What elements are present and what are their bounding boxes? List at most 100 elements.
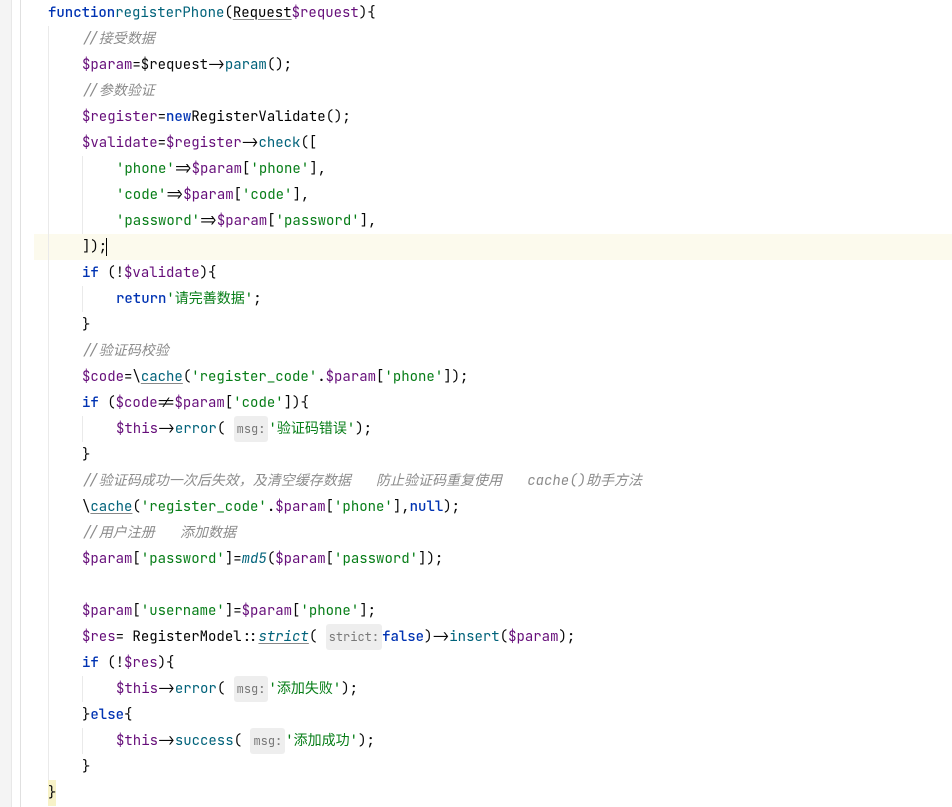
method-call: error xyxy=(175,416,217,442)
caret-icon xyxy=(106,238,107,256)
string: '添加失败' xyxy=(268,676,341,702)
code-line[interactable]: $this->error( msg: '验证码错误'); xyxy=(34,416,952,442)
code-line[interactable]: $param['password']=md5($param['password'… xyxy=(34,546,952,572)
code-line[interactable]: return '请完善数据'; xyxy=(34,286,952,312)
function-call: cache xyxy=(141,364,183,390)
brace: } xyxy=(82,442,90,468)
function-call: md5 xyxy=(242,546,267,572)
code-editor[interactable]: function registerPhone(Request $request)… xyxy=(0,0,952,807)
variable: $request xyxy=(292,0,359,26)
code-line[interactable]: //验证码校验 xyxy=(34,338,952,364)
keyword: false xyxy=(382,624,424,650)
code-line[interactable]: } xyxy=(34,442,952,468)
code-line[interactable]: //接受数据 xyxy=(34,26,952,52)
brace: } xyxy=(82,754,90,780)
code-line[interactable] xyxy=(34,572,952,598)
variable: $param xyxy=(275,546,325,572)
code-line[interactable]: } xyxy=(34,780,952,806)
code-line[interactable]: }else{ xyxy=(34,702,952,728)
variable: $code xyxy=(116,390,158,416)
variable: $param xyxy=(326,364,376,390)
code-line[interactable]: $param['username']=$param['phone']; xyxy=(34,598,952,624)
class: RegisterModel xyxy=(132,624,241,650)
variable: $code xyxy=(82,364,124,390)
keyword: if xyxy=(82,390,99,416)
code-line[interactable]: if (!$validate){ xyxy=(34,260,952,286)
code-area[interactable]: function registerPhone(Request $request)… xyxy=(30,0,952,807)
variable: $param xyxy=(508,624,558,650)
variable: $res xyxy=(82,624,116,650)
method-call: check xyxy=(258,130,300,156)
string: '添加成功' xyxy=(285,728,358,754)
code-line[interactable]: $code=\cache('register_code'.$param['pho… xyxy=(34,364,952,390)
type: Request xyxy=(233,0,292,26)
string: '验证码错误' xyxy=(268,416,355,442)
comment: //验证码校验 xyxy=(82,338,169,364)
variable: $param xyxy=(275,494,325,520)
code-line[interactable]: if ($code!=$param['code']){ xyxy=(34,390,952,416)
code-line[interactable]: //用户注册 添加数据 xyxy=(34,520,952,546)
function-name: registerPhone xyxy=(115,0,224,26)
code-line[interactable]: \cache('register_code'.$param['phone'],n… xyxy=(34,494,952,520)
string: 'code' xyxy=(233,390,283,416)
variable: $param xyxy=(183,182,233,208)
variable: $param xyxy=(242,598,292,624)
comment: //用户注册 添加数据 xyxy=(82,520,236,546)
code-line[interactable]: } xyxy=(34,312,952,338)
string: 'phone' xyxy=(334,494,393,520)
variable: $param xyxy=(174,390,224,416)
line-gutter xyxy=(0,0,12,807)
text: ]); xyxy=(82,234,107,260)
code-line-active[interactable]: ]); xyxy=(34,234,952,260)
string: 'password' xyxy=(334,546,418,572)
code-line[interactable]: //验证码成功一次后失效，及清空缓存数据 防止验证码重复使用 cache()助手… xyxy=(34,468,952,494)
variable: $param xyxy=(82,52,132,78)
param-hint: msg: xyxy=(250,728,285,754)
keyword: else xyxy=(90,702,124,728)
code-line[interactable]: function registerPhone(Request $request)… xyxy=(34,0,952,26)
keyword: if xyxy=(82,650,99,676)
fold-line xyxy=(20,0,21,807)
variable: $validate xyxy=(124,260,200,286)
code-line[interactable]: 'password'=>$param['password'], xyxy=(34,208,952,234)
code-line[interactable]: 'phone'=>$param['phone'], xyxy=(34,156,952,182)
variable: $param xyxy=(82,598,132,624)
method-call: param xyxy=(225,52,267,78)
keyword: return xyxy=(116,286,166,312)
variable: $register xyxy=(166,130,242,156)
code-line[interactable]: $register=new RegisterValidate(); xyxy=(34,104,952,130)
static-method: strict xyxy=(258,624,308,650)
code-line[interactable]: $this->error( msg: '添加失败'); xyxy=(34,676,952,702)
code-line[interactable]: 'code'=>$param['code'], xyxy=(34,182,952,208)
variable: $validate xyxy=(82,130,158,156)
string: 'phone' xyxy=(250,156,309,182)
variable: $this xyxy=(116,416,158,442)
variable: $param xyxy=(217,208,267,234)
code-line[interactable]: $param=$request->param(); xyxy=(34,52,952,78)
string: 'phone' xyxy=(384,364,443,390)
code-line[interactable]: $this->success( msg: '添加成功'); xyxy=(34,728,952,754)
string: 'password' xyxy=(141,546,225,572)
code-line[interactable]: //参数验证 xyxy=(34,78,952,104)
comment: //接受数据 xyxy=(82,26,155,52)
code-line[interactable]: if (!$res){ xyxy=(34,650,952,676)
code-line[interactable]: $validate=$register->check([ xyxy=(34,130,952,156)
variable: $res xyxy=(124,650,158,676)
fold-gutter[interactable] xyxy=(12,0,30,807)
variable: $register xyxy=(82,104,158,130)
function-call: cache xyxy=(90,494,132,520)
code-line[interactable]: $res= RegisterModel::strict( strict: fal… xyxy=(34,624,952,650)
method-call: success xyxy=(175,728,234,754)
string: 'code' xyxy=(116,182,166,208)
keyword: if xyxy=(82,260,99,286)
variable: $this xyxy=(116,728,158,754)
class: RegisterValidate xyxy=(191,104,325,130)
variable: $this xyxy=(116,676,158,702)
string: 'register_code' xyxy=(141,494,267,520)
keyword: new xyxy=(166,104,191,130)
brace: } xyxy=(82,312,90,338)
code-line[interactable]: } xyxy=(34,754,952,780)
string: 'username' xyxy=(141,598,225,624)
keyword: null xyxy=(410,494,444,520)
string: 'phone' xyxy=(300,598,359,624)
